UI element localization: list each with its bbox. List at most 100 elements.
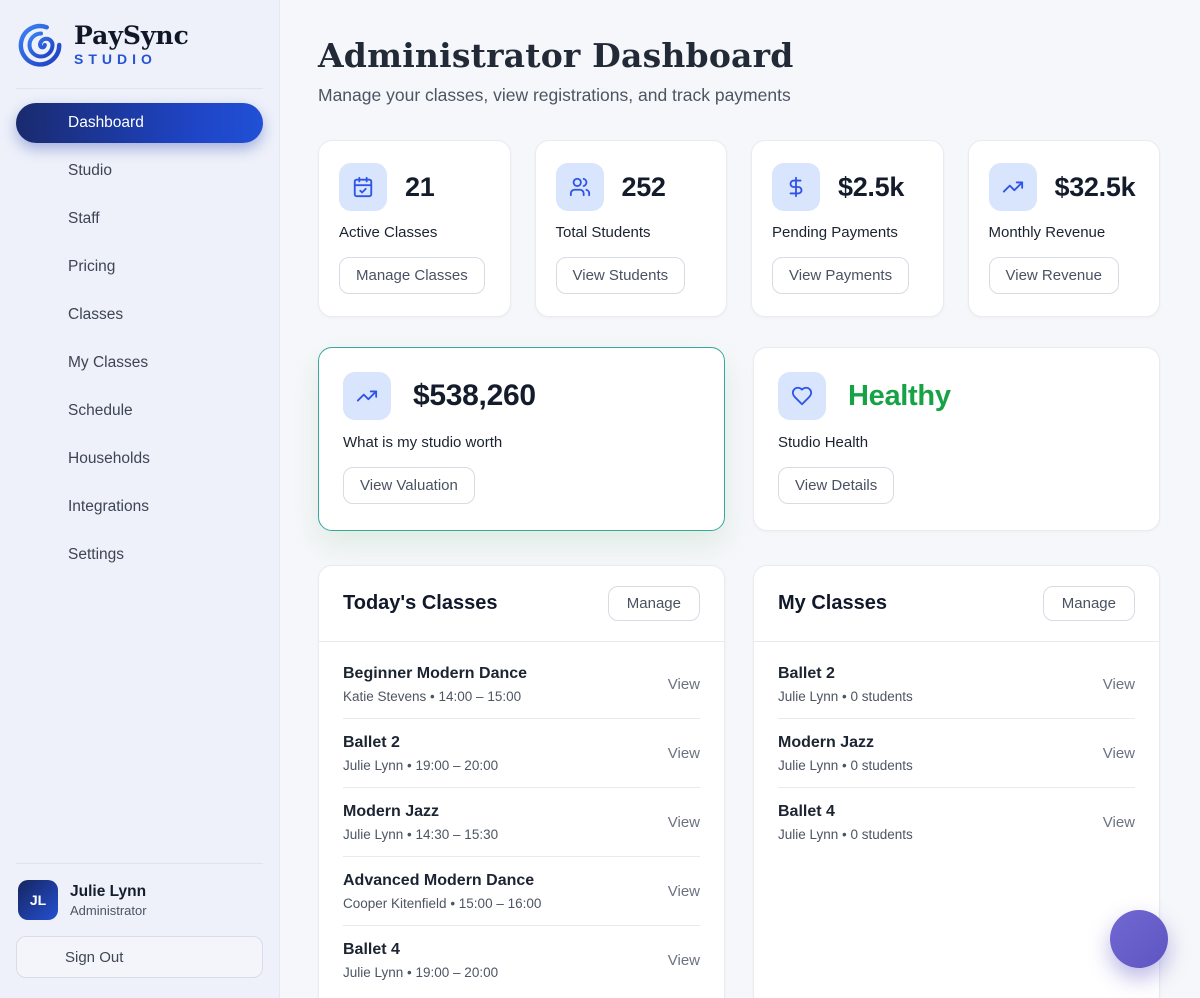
stat-label: Active Classes xyxy=(339,224,490,241)
sidebar-item-label: Schedule xyxy=(68,402,133,420)
sidebar-item-staff[interactable]: Staff xyxy=(16,199,263,239)
sign-out-button[interactable]: Sign Out xyxy=(16,936,263,978)
stat-value: 252 xyxy=(622,172,666,203)
class-meta: Katie Stevens • 14:00 – 15:00 xyxy=(343,689,527,704)
main-content: Administrator Dashboard Manage your clas… xyxy=(280,0,1200,998)
user-profile: JL Julie Lynn Administrator xyxy=(16,880,263,920)
panel-body: Ballet 2 Julie Lynn • 0 students View Moder… xyxy=(754,642,1159,872)
heart-icon xyxy=(778,372,826,420)
class-title: Ballet 4 xyxy=(778,803,913,821)
sidebar-item-label: Households xyxy=(68,450,150,468)
stat-label: Pending Payments xyxy=(772,224,923,241)
sidebar-item-label: My Classes xyxy=(68,354,148,372)
sidebar-item-pricing[interactable]: Pricing xyxy=(16,247,263,287)
panel-today-s-classes: Today's ClassesManageBeginner Modern Dan… xyxy=(318,565,725,998)
stat-value: 21 xyxy=(405,172,434,203)
brand-subtitle: STUDIO xyxy=(74,51,189,67)
highlight-value: Healthy xyxy=(848,380,951,413)
class-row: Ballet 2 Julie Lynn • 19:00 – 20:00 View xyxy=(343,719,700,788)
view-link[interactable]: View xyxy=(1103,676,1135,693)
page-subtitle: Manage your classes, view registrations,… xyxy=(318,85,1160,106)
highlight-card-studio-health: HealthyStudio HealthView Details xyxy=(753,347,1160,531)
class-meta: Julie Lynn • 0 students xyxy=(778,758,913,773)
stat-value: $2.5k xyxy=(838,172,904,203)
panel-title: My Classes xyxy=(778,592,887,615)
users-icon xyxy=(32,449,52,469)
view-students-button[interactable]: View Students xyxy=(556,257,686,294)
book-open-icon xyxy=(32,353,52,373)
sidebar-item-studio[interactable]: Studio xyxy=(16,151,263,191)
sidebar-item-settings[interactable]: Settings xyxy=(16,535,263,575)
calendar-check-icon xyxy=(339,163,387,211)
sidebar-item-households[interactable]: Households xyxy=(16,439,263,479)
brand-name: PaySync xyxy=(74,23,189,49)
view-link[interactable]: View xyxy=(668,883,700,900)
sidebar-nav: Dashboard Studio Staff Pricing Classes My Cla… xyxy=(16,103,263,575)
avatar: JL xyxy=(18,880,58,920)
profile-block: JL Julie Lynn Administrator Sign Out xyxy=(16,863,263,978)
stat-label: Monthly Revenue xyxy=(989,224,1140,241)
sidebar-item-schedule[interactable]: Schedule xyxy=(16,391,263,431)
calendar-icon xyxy=(32,305,52,325)
sidebar-divider xyxy=(16,88,263,89)
chat-bot-fab[interactable] xyxy=(1110,910,1168,968)
view-revenue-button[interactable]: View Revenue xyxy=(989,257,1119,294)
calendar-days-icon xyxy=(32,401,52,421)
view-link[interactable]: View xyxy=(1103,814,1135,831)
view-valuation-button[interactable]: View Valuation xyxy=(343,467,475,504)
class-title: Ballet 2 xyxy=(343,734,498,752)
panel-body: Beginner Modern Dance Katie Stevens • 14:… xyxy=(319,642,724,998)
sidebar-item-label: Studio xyxy=(68,162,112,180)
trending-up-icon xyxy=(343,372,391,420)
user-name: Julie Lynn xyxy=(70,883,147,901)
trending-up-icon xyxy=(989,163,1037,211)
app-root: PaySync STUDIO Dashboard Studio Staff Prici… xyxy=(0,0,1200,998)
manage-classes-button[interactable]: Manage Classes xyxy=(339,257,485,294)
stat-value: $32.5k xyxy=(1055,172,1136,203)
view-details-button[interactable]: View Details xyxy=(778,467,894,504)
manage-button[interactable]: Manage xyxy=(608,586,700,621)
view-link[interactable]: View xyxy=(668,676,700,693)
view-link[interactable]: View xyxy=(668,745,700,762)
log-out-icon xyxy=(33,948,51,966)
users-icon xyxy=(556,163,604,211)
view-link[interactable]: View xyxy=(668,952,700,969)
highlights-grid: $538,260What is my studio worthView Valu… xyxy=(318,347,1160,531)
user-role: Administrator xyxy=(70,903,147,918)
class-meta: Julie Lynn • 0 students xyxy=(778,827,913,842)
user-check-icon xyxy=(32,209,52,229)
sidebar-item-label: Dashboard xyxy=(68,114,144,132)
view-link[interactable]: View xyxy=(668,814,700,831)
class-meta: Julie Lynn • 19:00 – 20:00 xyxy=(343,758,498,773)
sidebar-item-dashboard[interactable]: Dashboard xyxy=(16,103,263,143)
banknote-icon xyxy=(32,257,52,277)
highlight-card-what-is-my-studio-worth: $538,260What is my studio worthView Valu… xyxy=(318,347,725,531)
class-title: Ballet 4 xyxy=(343,941,498,959)
bot-icon xyxy=(1127,927,1151,951)
sidebar-item-integrations[interactable]: Integrations xyxy=(16,487,263,527)
class-meta: Julie Lynn • 19:00 – 20:00 xyxy=(343,965,498,980)
sidebar-item-label: Settings xyxy=(68,546,124,564)
view-payments-button[interactable]: View Payments xyxy=(772,257,909,294)
class-meta: Cooper Kitenfield • 15:00 – 16:00 xyxy=(343,896,541,911)
highlight-label: What is my studio worth xyxy=(343,434,700,451)
drama-masks-icon xyxy=(32,161,52,181)
folder-sync-icon xyxy=(32,497,52,517)
class-title: Beginner Modern Dance xyxy=(343,665,527,683)
class-title: Modern Jazz xyxy=(343,803,498,821)
dashboard-icon xyxy=(32,113,52,133)
sidebar-item-label: Staff xyxy=(68,210,100,228)
class-title: Ballet 2 xyxy=(778,665,913,683)
page-title: Administrator Dashboard xyxy=(318,36,1160,75)
panel-my-classes: My Classes Manage Ballet 2 Julie Lynn • 0 s… xyxy=(753,565,1160,998)
class-title: Modern Jazz xyxy=(778,734,913,752)
stat-card-pending-payments: $2.5k Pending Payments View Payments xyxy=(751,140,944,317)
manage-button[interactable]: Manage xyxy=(1043,586,1135,621)
sidebar-spacer xyxy=(16,575,263,863)
view-link[interactable]: View xyxy=(1103,745,1135,762)
sidebar-item-my-classes[interactable]: My Classes xyxy=(16,343,263,383)
stats-grid: 21Active ClassesManage Classes252Total S… xyxy=(318,140,1160,317)
sidebar-item-classes[interactable]: Classes xyxy=(16,295,263,335)
sign-out-label: Sign Out xyxy=(65,949,123,966)
class-row: Beginner Modern Dance Katie Stevens • 14:… xyxy=(343,650,700,719)
